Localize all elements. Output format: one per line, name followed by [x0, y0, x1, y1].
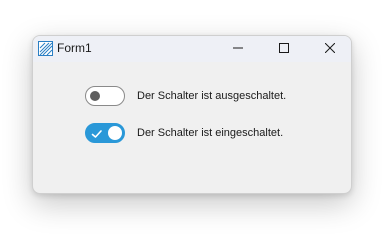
window-title: Form1 [57, 41, 92, 55]
form1-window: Form1 Der Schalter ist ausgeschaltet. De… [32, 35, 352, 194]
minimize-icon [233, 40, 243, 58]
minimize-button[interactable] [215, 36, 261, 62]
maximize-button[interactable] [261, 36, 307, 62]
close-icon [324, 40, 336, 58]
toggle-switch-off[interactable] [85, 86, 125, 106]
switch-row-off: Der Schalter ist ausgeschaltet. [85, 86, 286, 106]
switch-row-on: Der Schalter ist eingeschaltet. [85, 123, 283, 143]
toggle-switch-on[interactable] [85, 123, 125, 143]
form-icon [38, 41, 53, 56]
switch-label-on: Der Schalter ist eingeschaltet. [137, 127, 284, 139]
checkmark-icon [91, 127, 103, 139]
switch-label-off: Der Schalter ist ausgeschaltet. [137, 90, 287, 102]
toggle-knob [90, 91, 100, 101]
title-bar[interactable]: Form1 [33, 36, 351, 62]
maximize-icon [279, 40, 289, 58]
close-button[interactable] [307, 36, 351, 62]
toggle-knob [108, 126, 122, 140]
